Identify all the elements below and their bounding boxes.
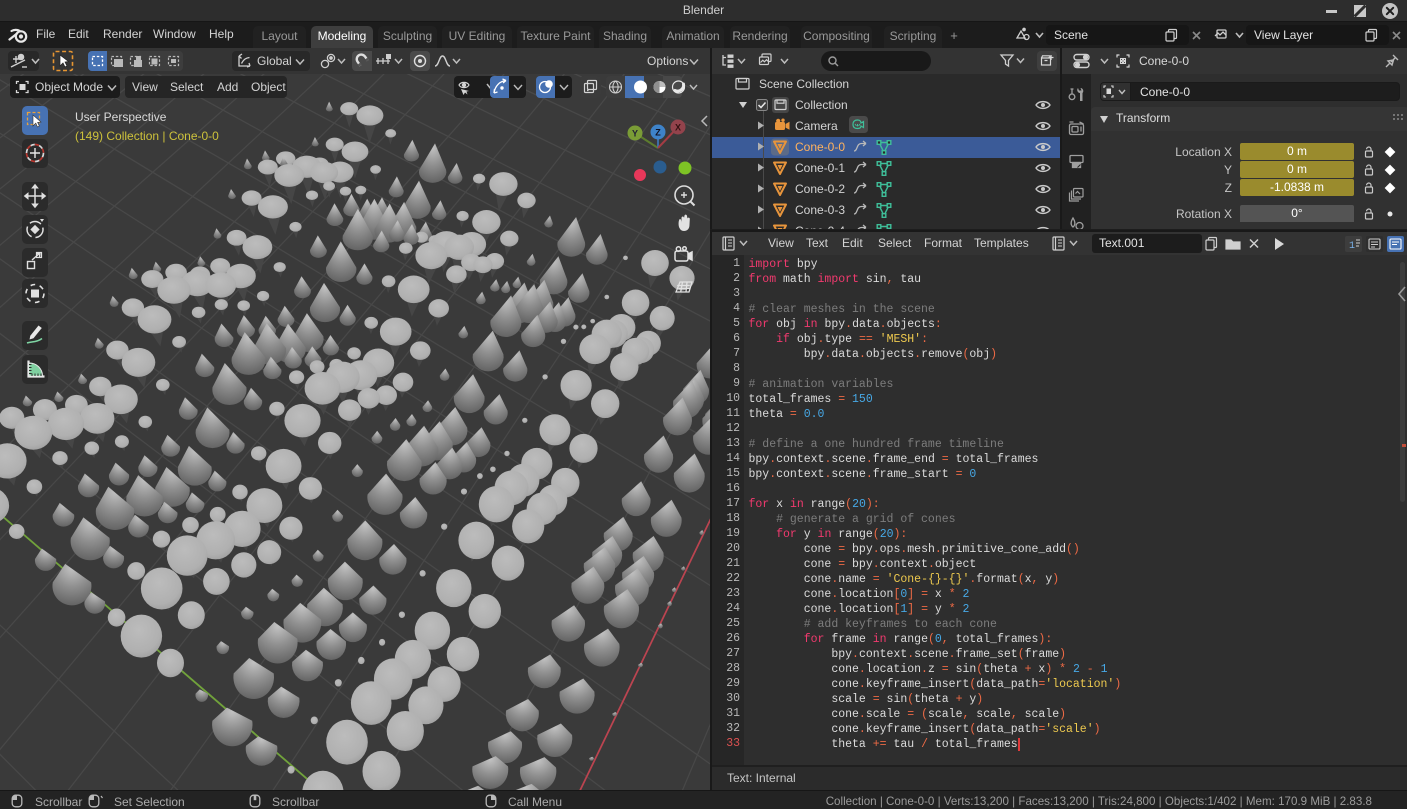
svg-text:Cone-0-4: Cone-0-4 <box>795 224 845 229</box>
svg-text:Y: Y <box>632 129 638 139</box>
svg-text:Cone-0-2: Cone-0-2 <box>795 182 845 196</box>
svg-text:Cone-0-1: Cone-0-1 <box>795 161 845 175</box>
svg-text:1: 1 <box>1349 241 1355 252</box>
svg-text:X: X <box>675 123 681 133</box>
svg-text:Scene Collection: Scene Collection <box>759 77 849 91</box>
svg-text:Collection: Collection <box>795 98 848 112</box>
svg-text:Camera: Camera <box>795 119 838 133</box>
svg-text:Cone-0-3: Cone-0-3 <box>795 203 845 217</box>
svg-text:Z: Z <box>655 128 661 138</box>
svg-text:Cone-0-0: Cone-0-0 <box>795 140 845 154</box>
